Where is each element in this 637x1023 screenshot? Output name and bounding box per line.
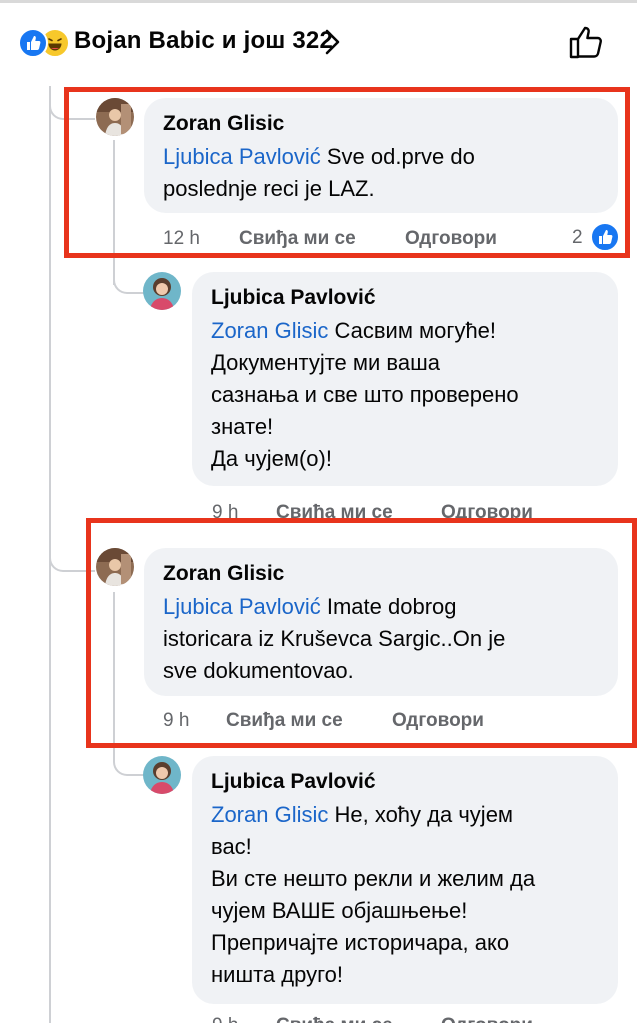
reactions-summary[interactable]: Bojan Babic и још 322 <box>74 27 333 55</box>
comment-text: Zoran Glisic Не, хоћу да чујем вас! Ви с… <box>211 802 536 987</box>
reply-link[interactable]: Одговори <box>441 1015 533 1023</box>
chevron-right-icon[interactable] <box>322 28 342 56</box>
comment-actions: 9 h Свиђа ми се Одговори <box>0 1013 637 1023</box>
comment-timestamp[interactable]: 9 h <box>212 1015 238 1023</box>
reactions-header[interactable]: Bojan Babic и још 322 <box>0 0 637 80</box>
comment-bubble[interactable]: Ljubica Pavlović Zoran Glisic Не, хоћу д… <box>192 756 618 1004</box>
highlight-box <box>64 87 630 258</box>
mention-link[interactable]: Zoran Glisic <box>211 802 328 827</box>
like-thumb-icon[interactable] <box>568 24 606 60</box>
comment-author[interactable]: Ljubica Pavlović <box>211 770 376 794</box>
like-link[interactable]: Свиђа ми се <box>276 1015 393 1023</box>
comment-author[interactable]: Ljubica Pavlović <box>211 286 376 310</box>
like-reaction-icon <box>18 28 48 58</box>
mention-link[interactable]: Zoran Glisic <box>211 318 328 343</box>
avatar[interactable] <box>143 756 181 794</box>
avatar[interactable] <box>143 272 181 310</box>
comment-text: Zoran Glisic Сасвим могуће! Документујте… <box>211 318 519 471</box>
comment-bubble[interactable]: Ljubica Pavlović Zoran Glisic Сасвим мог… <box>192 272 618 486</box>
highlight-box <box>86 518 637 748</box>
